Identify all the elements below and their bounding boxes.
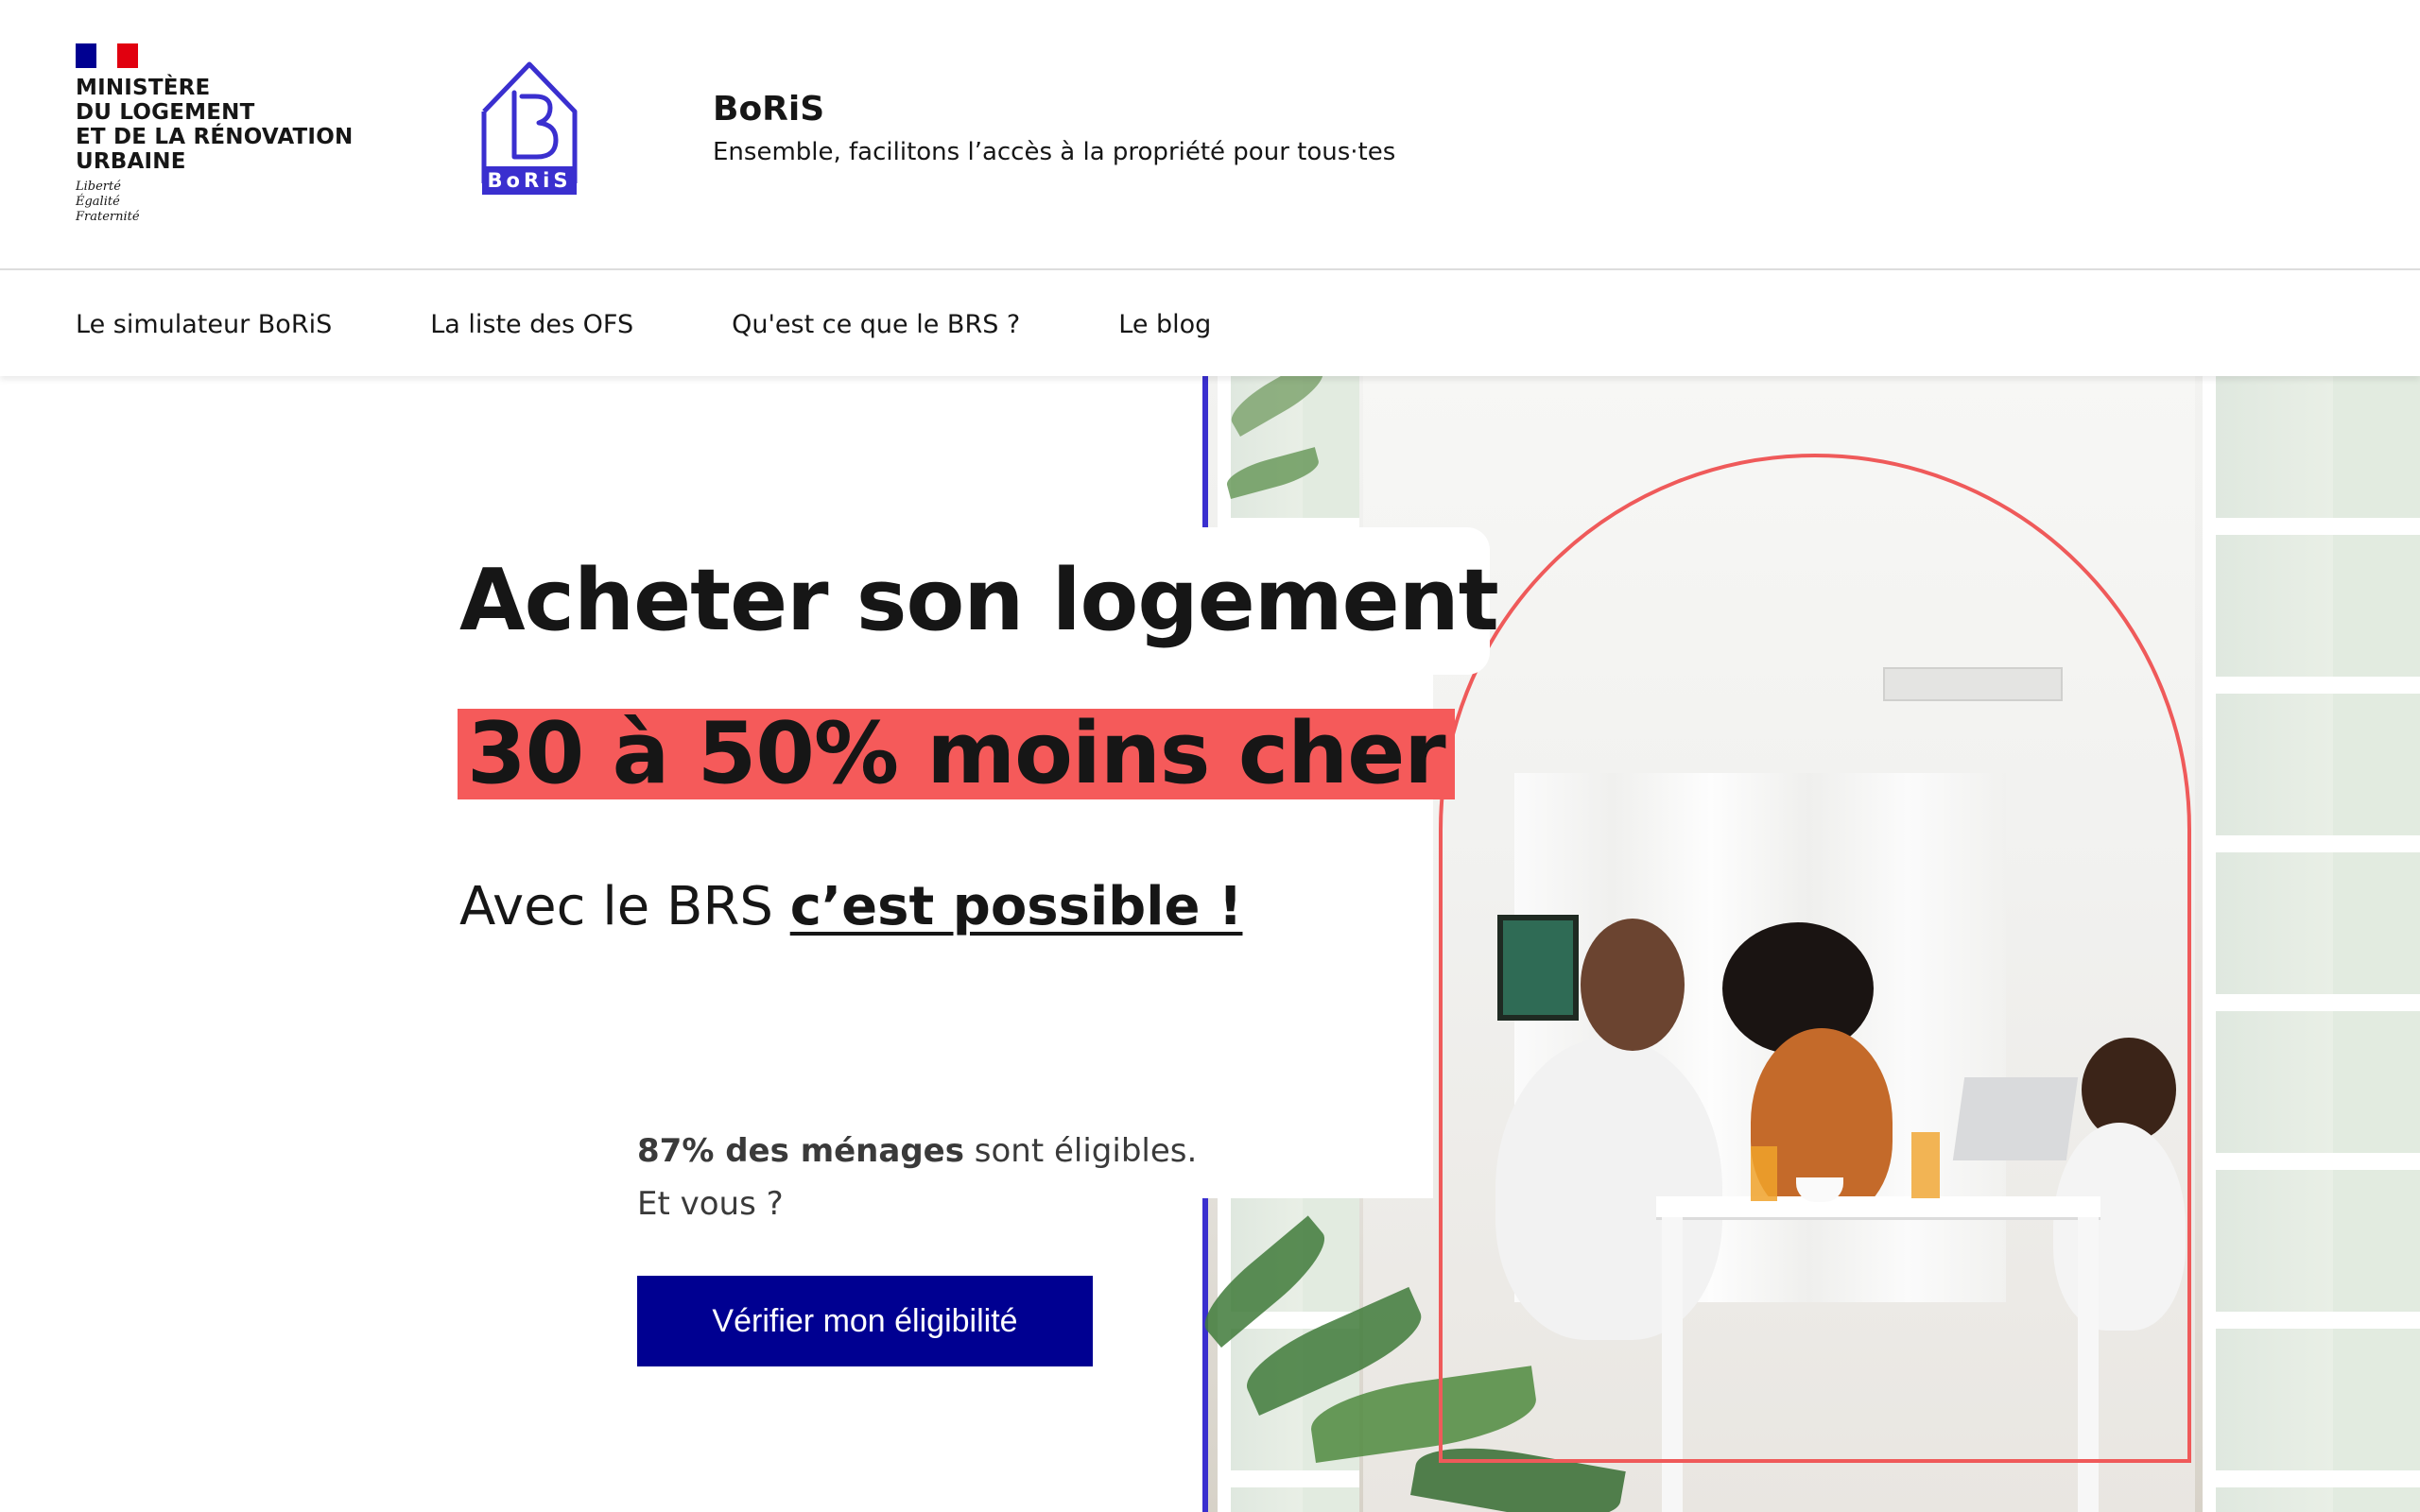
hero-title: Acheter son logement [459,551,1499,650]
hero-section: Acheter son logement 30 à 50% moins cher… [0,376,2420,1512]
service-title[interactable]: BoRiS [713,89,1395,130]
hero-highlight: 30 à 50% moins cher [458,709,1455,799]
eligibility-question: Et vous ? [637,1185,784,1223]
ministry-logo[interactable]: MINISTÈRE DU LOGEMENT ET DE LA RÉNOVATIO… [76,43,378,232]
nav-item-what-is-brs[interactable]: Qu'est ce que le BRS ? [732,310,1020,339]
arch-outline [1439,454,2191,1463]
service-info: BoRiS Ensemble, facilitons l’accès à la … [713,89,1395,168]
nav-item-ofs-list[interactable]: La liste des OFS [430,310,633,339]
window-right [2203,376,2420,1512]
site-header: MINISTÈRE DU LOGEMENT ET DE LA RÉNOVATIO… [0,0,2420,270]
main-navigation: Le simulateur BoRiS La liste des OFS Qu'… [0,272,2420,376]
house-icon: BoRiS [481,61,578,195]
french-flag-icon [76,43,138,68]
republic-motto: Liberté Égalité Fraternité [76,180,140,224]
nav-item-blog[interactable]: Le blog [1118,310,1211,339]
nav-item-simulator[interactable]: Le simulateur BoRiS [76,310,332,339]
cest-possible-link[interactable]: c’est possible ! [790,876,1243,937]
eligibility-text: 87% des ménages sont éligibles. Et vous … [637,1125,1197,1230]
eligibility-stat: 87% des ménages [637,1132,964,1170]
hero-subtitle: Avec le BRS c’est possible ! [459,876,1243,937]
service-tagline: Ensemble, facilitons l’accès à la propri… [713,138,1396,166]
boris-logo-text: BoRiS [488,169,572,192]
boris-house-logo[interactable]: BoRiS [480,59,579,198]
check-eligibility-button[interactable]: Vérifier mon éligibilité [637,1276,1093,1366]
ministry-name: MINISTÈRE DU LOGEMENT ET DE LA RÉNOVATIO… [76,76,354,174]
